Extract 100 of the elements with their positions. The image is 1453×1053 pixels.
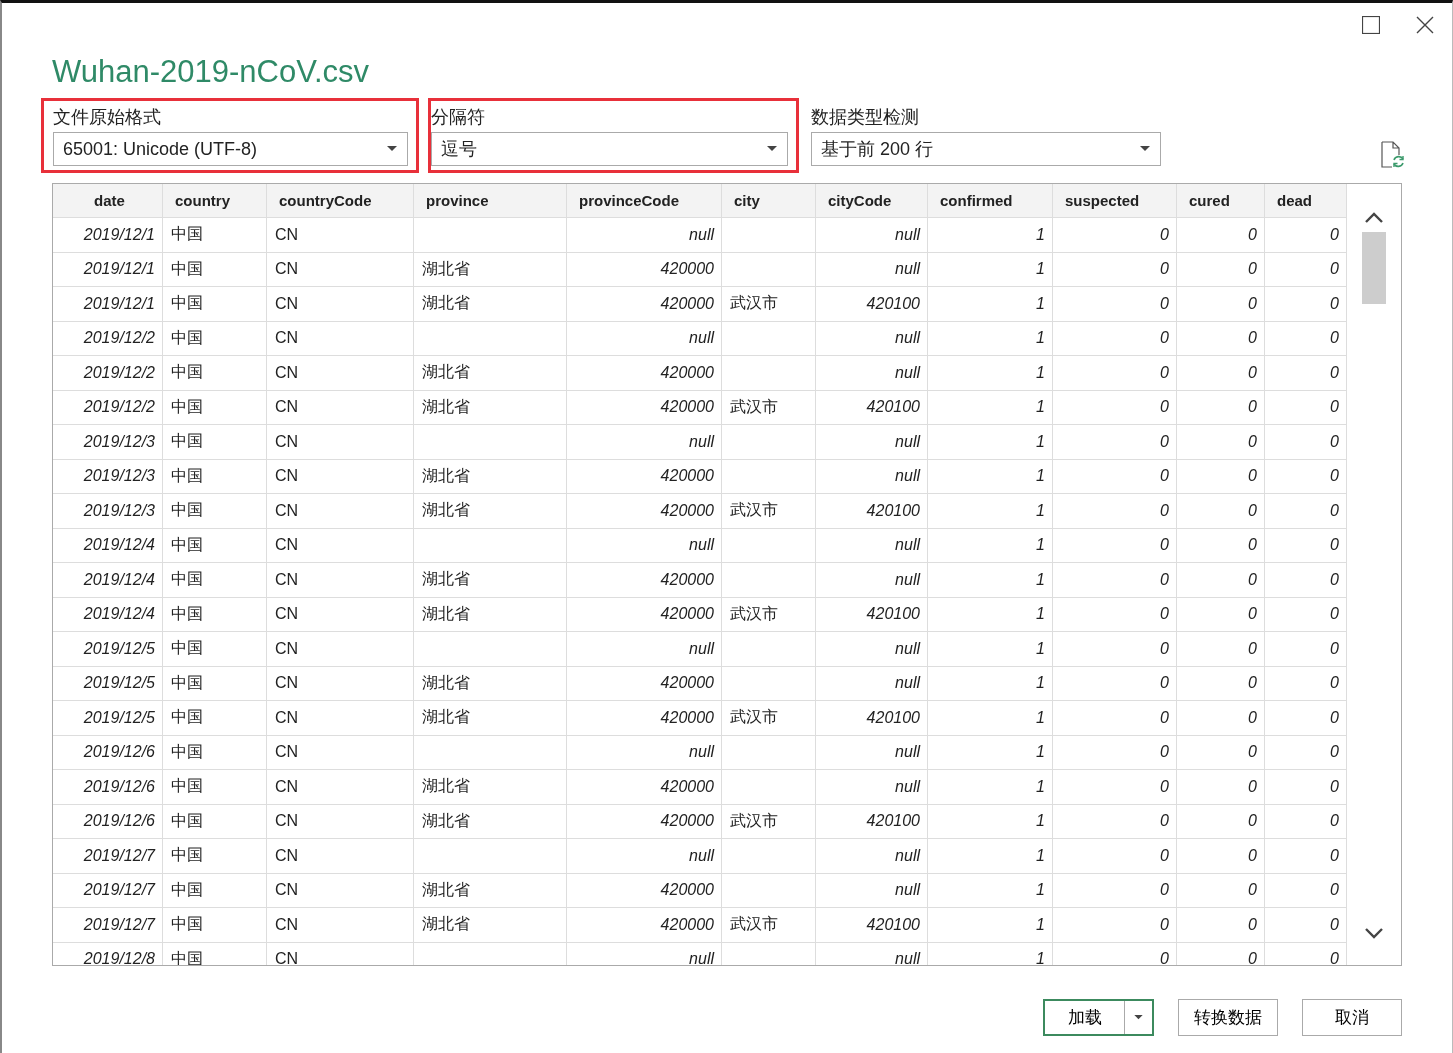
- table-cell: 1: [928, 873, 1053, 907]
- maximize-icon[interactable]: [1362, 16, 1380, 34]
- column-header[interactable]: city: [722, 184, 816, 217]
- table-cell: 2019/12/6: [53, 735, 163, 769]
- table-cell: 湖北省: [414, 770, 567, 804]
- table-cell: null: [567, 218, 722, 252]
- table-cell: null: [816, 563, 928, 597]
- dialog-button[interactable]: 取消: [1302, 999, 1402, 1036]
- table-cell: 中国: [163, 252, 267, 286]
- table-cell: 420000: [567, 908, 722, 942]
- table-cell: 0: [1053, 563, 1177, 597]
- table-cell: 0: [1177, 563, 1265, 597]
- table-cell: 湖北省: [414, 873, 567, 907]
- column-header[interactable]: cured: [1177, 184, 1265, 217]
- table-cell: 0: [1177, 597, 1265, 631]
- scroll-thumb[interactable]: [1362, 232, 1386, 304]
- dropdown[interactable]: 逗号: [431, 132, 788, 166]
- table-cell: 湖北省: [414, 252, 567, 286]
- column-header[interactable]: suspected: [1053, 184, 1177, 217]
- table-cell: null: [567, 425, 722, 459]
- table-cell: null: [816, 942, 928, 965]
- table-cell: 湖北省: [414, 494, 567, 528]
- table-cell: 武汉市: [722, 597, 816, 631]
- table-cell: 湖北省: [414, 390, 567, 424]
- table-cell: 中国: [163, 356, 267, 390]
- table-cell: 2019/12/7: [53, 839, 163, 873]
- table-cell: 中国: [163, 218, 267, 252]
- table-cell: 420000: [567, 701, 722, 735]
- table-cell: 0: [1177, 873, 1265, 907]
- table-cell: 0: [1053, 252, 1177, 286]
- table-cell: 2019/12/5: [53, 666, 163, 700]
- table-cell: 中国: [163, 494, 267, 528]
- table-cell: 中国: [163, 735, 267, 769]
- column-header[interactable]: countryCode: [267, 184, 414, 217]
- table-cell: null: [567, 528, 722, 562]
- table-cell: 中国: [163, 770, 267, 804]
- table-cell: CN: [267, 597, 414, 631]
- table-cell: CN: [267, 218, 414, 252]
- table-cell: 湖北省: [414, 701, 567, 735]
- table-cell: 420100: [816, 494, 928, 528]
- table-cell: CN: [267, 321, 414, 355]
- table-cell: null: [816, 425, 928, 459]
- table-cell: 0: [1177, 804, 1265, 838]
- table-cell: 湖北省: [414, 356, 567, 390]
- scroll-down-icon[interactable]: [1364, 927, 1384, 939]
- table-cell: 中国: [163, 563, 267, 597]
- table-cell: 湖北省: [414, 804, 567, 838]
- table-cell: CN: [267, 425, 414, 459]
- table-cell: 1: [928, 563, 1053, 597]
- table-cell: 中国: [163, 425, 267, 459]
- column-header[interactable]: date: [53, 184, 163, 217]
- table-cell: 1: [928, 942, 1053, 965]
- table-cell: 0: [1053, 356, 1177, 390]
- table-cell: null: [567, 321, 722, 355]
- table-cell: 0: [1177, 839, 1265, 873]
- table-cell: 2019/12/8: [53, 942, 163, 965]
- table-cell: 中国: [163, 528, 267, 562]
- table-cell: 0: [1053, 942, 1177, 965]
- table-cell: 1: [928, 218, 1053, 252]
- refresh-document-icon[interactable]: [1380, 141, 1404, 169]
- column-header[interactable]: provinceCode: [567, 184, 722, 217]
- table-cell: 0: [1053, 287, 1177, 321]
- table-cell: 0: [1177, 425, 1265, 459]
- table-cell: 武汉市: [722, 287, 816, 321]
- column-header[interactable]: confirmed: [928, 184, 1053, 217]
- column-header[interactable]: province: [414, 184, 567, 217]
- dropdown[interactable]: 65001: Unicode (UTF-8): [53, 132, 408, 166]
- dialog-button[interactable]: 转换数据: [1178, 999, 1278, 1036]
- table-cell: 2019/12/2: [53, 321, 163, 355]
- table-cell: CN: [267, 563, 414, 597]
- dropdown[interactable]: 基于前 200 行: [811, 132, 1161, 166]
- table-cell: 1: [928, 321, 1053, 355]
- table-cell: CN: [267, 494, 414, 528]
- table-cell: 0: [1177, 356, 1265, 390]
- table-cell: 2019/12/3: [53, 494, 163, 528]
- table-cell: 1: [928, 390, 1053, 424]
- scroll-up-icon[interactable]: [1364, 212, 1384, 224]
- table-cell: 2019/12/2: [53, 390, 163, 424]
- table-cell: 1: [928, 459, 1053, 493]
- table-cell: 中国: [163, 390, 267, 424]
- table-cell: 湖北省: [414, 597, 567, 631]
- table-cell: 0: [1053, 770, 1177, 804]
- column-header[interactable]: country: [163, 184, 267, 217]
- window-title: Wuhan-2019-nCoV.csv: [52, 54, 371, 90]
- table-cell: 0: [1177, 252, 1265, 286]
- close-icon[interactable]: [1416, 16, 1434, 34]
- table-cell: 2019/12/3: [53, 459, 163, 493]
- table-cell: CN: [267, 770, 414, 804]
- table-cell: 湖北省: [414, 666, 567, 700]
- caret-icon: [767, 146, 777, 152]
- table-cell: CN: [267, 356, 414, 390]
- table-cell: null: [567, 735, 722, 769]
- table-cell: null: [816, 666, 928, 700]
- table-cell: 中国: [163, 459, 267, 493]
- table-cell: 420000: [567, 563, 722, 597]
- column-header[interactable]: cityCode: [816, 184, 928, 217]
- table-cell: 420100: [816, 804, 928, 838]
- table-cell: 0: [1053, 632, 1177, 666]
- table-cell: null: [816, 459, 928, 493]
- table-cell: 0: [1053, 839, 1177, 873]
